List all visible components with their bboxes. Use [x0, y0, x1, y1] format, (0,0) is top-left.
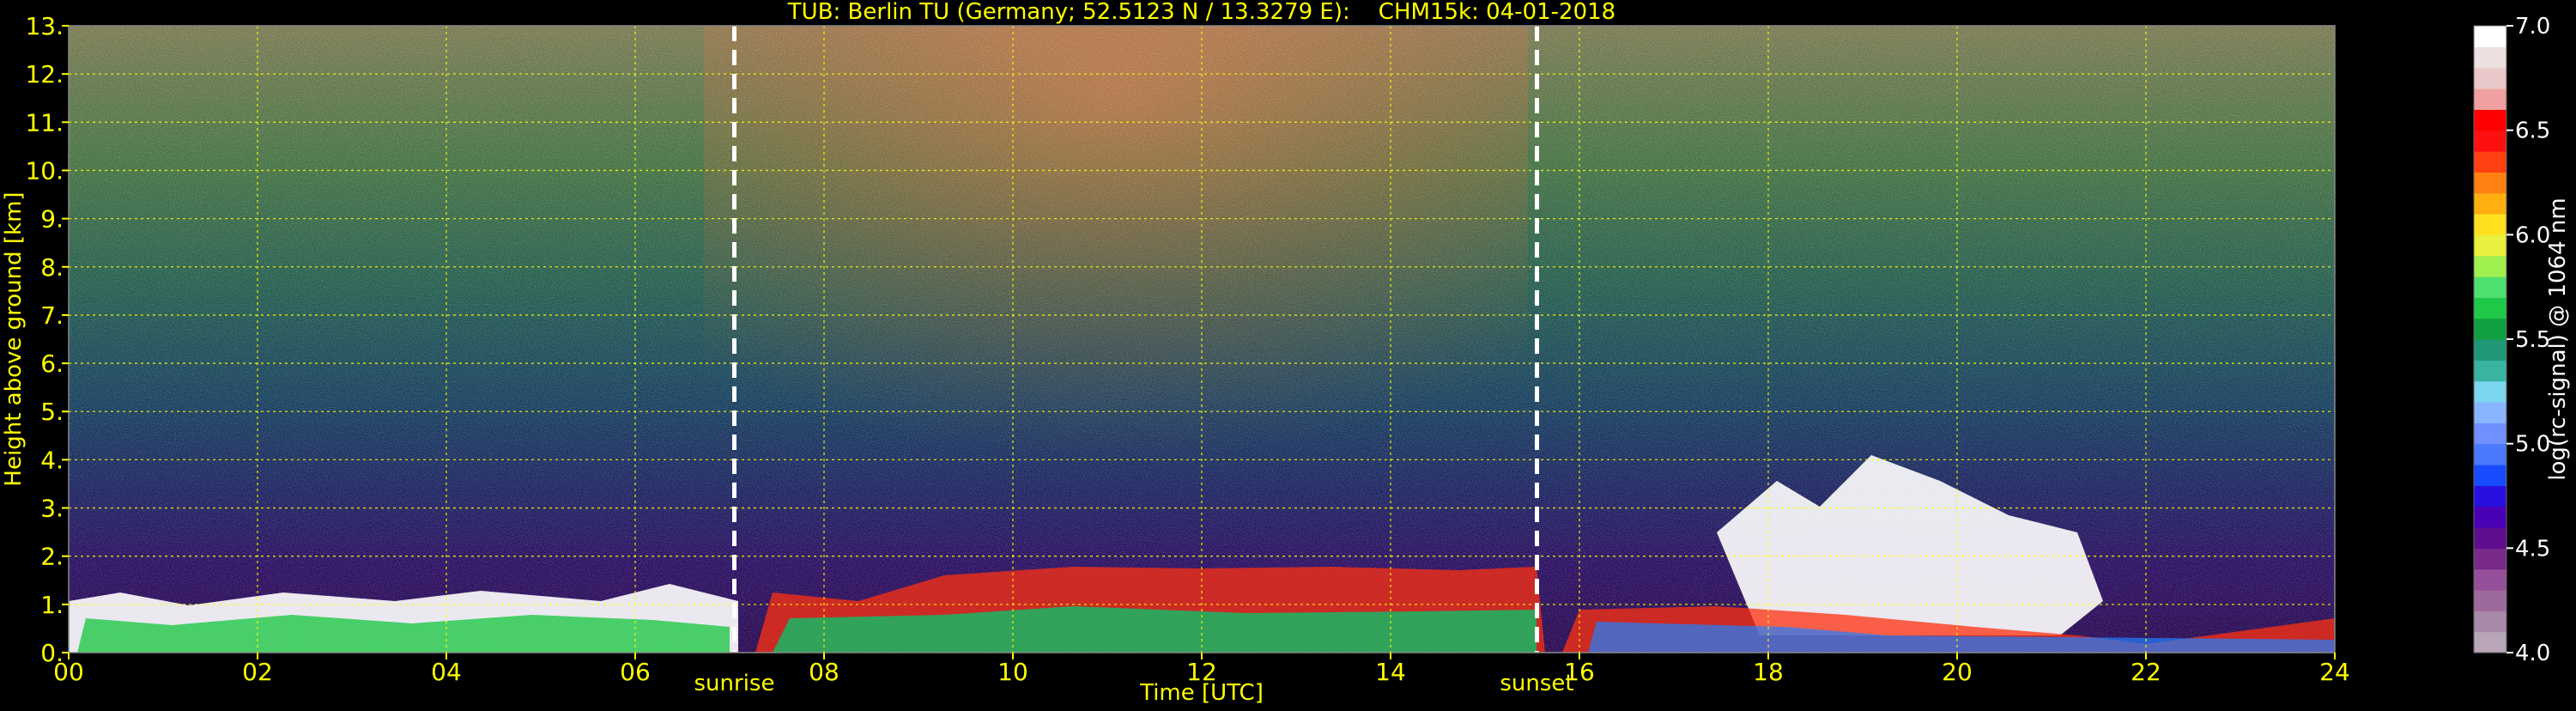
x-tick-label: 20	[1942, 658, 1973, 686]
colorbar-swatch	[2474, 318, 2506, 340]
x-tick-label: 08	[809, 658, 839, 686]
colorbar-swatch	[2474, 548, 2506, 570]
y-tick-label: 2.	[40, 543, 64, 571]
colorbar-tick-label: 7.0	[2515, 14, 2550, 40]
x-tick-label: 24	[2319, 658, 2350, 686]
y-tick-label: 11.	[25, 108, 64, 137]
colorbar-swatch	[2474, 568, 2506, 591]
colorbar-swatch	[2474, 130, 2506, 152]
colorbar-swatch	[2474, 67, 2506, 89]
colorbar-swatch	[2474, 485, 2506, 507]
y-tick-label: 1.	[40, 591, 64, 619]
colorbar-swatch	[2474, 422, 2506, 445]
colorbar-swatch	[2474, 151, 2506, 173]
y-tick-label: 5.	[40, 398, 64, 426]
colorbar-swatch	[2474, 297, 2506, 319]
y-tick-label: 4.	[40, 446, 64, 474]
colorbar-swatch	[2474, 255, 2506, 277]
colorbar-swatch	[2474, 192, 2506, 215]
x-tick-label: 10	[997, 658, 1028, 686]
colorbar-swatch	[2474, 465, 2506, 486]
x-tick-label: 18	[1753, 658, 1784, 686]
y-axis-label: Height above ground [km]	[1, 191, 27, 486]
colorbar-swatch	[2474, 234, 2506, 257]
colorbar-swatch	[2474, 631, 2506, 653]
chart-svg: sunrise sunset 00 02 04 06 08 10 12 14 16 18 20 22 24…	[1, 0, 2571, 706]
chart-title: TUB: Berlin TU (Germany; 52.5123 N / 13.…	[787, 0, 1615, 25]
y-axis-ticks: 0. 1. 2. 3. 4. 5. 6. 7. 8. 9. 10. 11. 12. 13.	[25, 12, 69, 667]
colorbar-label: log(rc-signal) @ 1064 nm	[2545, 198, 2571, 480]
colorbar-tick-label: 4.0	[2515, 641, 2550, 666]
colorbar-swatch	[2474, 46, 2506, 69]
y-tick-label: 12.	[25, 60, 64, 88]
x-tick-label: 22	[2131, 658, 2161, 686]
colorbar-swatch	[2474, 402, 2506, 423]
y-tick-label: 13.	[25, 12, 64, 40]
y-tick-label: 6.	[40, 349, 64, 378]
colorbar-swatch	[2474, 443, 2506, 465]
event-label-sunset: sunset	[1500, 671, 1573, 696]
colorbar-swatch	[2474, 109, 2506, 131]
x-axis-label: Time [UTC]	[1139, 680, 1264, 706]
x-tick-label: 06	[620, 658, 651, 686]
x-tick-label: 14	[1375, 658, 1406, 686]
colorbar-swatch	[2474, 26, 2506, 47]
y-tick-label: 10.	[25, 156, 64, 185]
x-tick-label: 02	[242, 658, 273, 686]
colorbar-swatch	[2474, 527, 2506, 549]
y-tick-label: 7.	[40, 301, 64, 330]
colorbar-swatch	[2474, 380, 2506, 403]
colorbar-swatch	[2474, 611, 2506, 633]
colorbar-swatch	[2474, 506, 2506, 528]
colorbar-swatch	[2474, 360, 2506, 382]
colorbar-swatch	[2474, 214, 2506, 235]
x-tick-label: 04	[431, 658, 462, 686]
colorbar-tick-label: 6.5	[2515, 118, 2550, 144]
y-tick-label: 0.	[40, 639, 64, 667]
colorbar-swatch	[2474, 276, 2506, 298]
colorbar-swatch	[2474, 88, 2506, 110]
colorbar-tick-label: 4.5	[2515, 536, 2550, 562]
colorbar-swatch	[2474, 339, 2506, 361]
y-tick-label: 3.	[40, 495, 64, 523]
colorbar-swatch	[2474, 172, 2506, 194]
event-label-sunrise: sunrise	[694, 671, 775, 696]
y-tick-label: 9.	[40, 205, 64, 234]
x-tick-label: 16	[1564, 658, 1595, 686]
colorbar-swatch	[2474, 590, 2506, 611]
y-tick-label: 8.	[40, 253, 64, 282]
colorbar-swatches	[2474, 26, 2506, 653]
lidar-chart: sunrise sunset 00 02 04 06 08 10 12 14 16 18 20 22 24…	[0, 0, 2576, 708]
colorbar-ticks: 4.04.55.05.56.06.57.0	[2506, 14, 2550, 666]
colorbar: 4.04.55.05.56.06.57.0 log(rc-signal) @ 1…	[2473, 14, 2571, 666]
